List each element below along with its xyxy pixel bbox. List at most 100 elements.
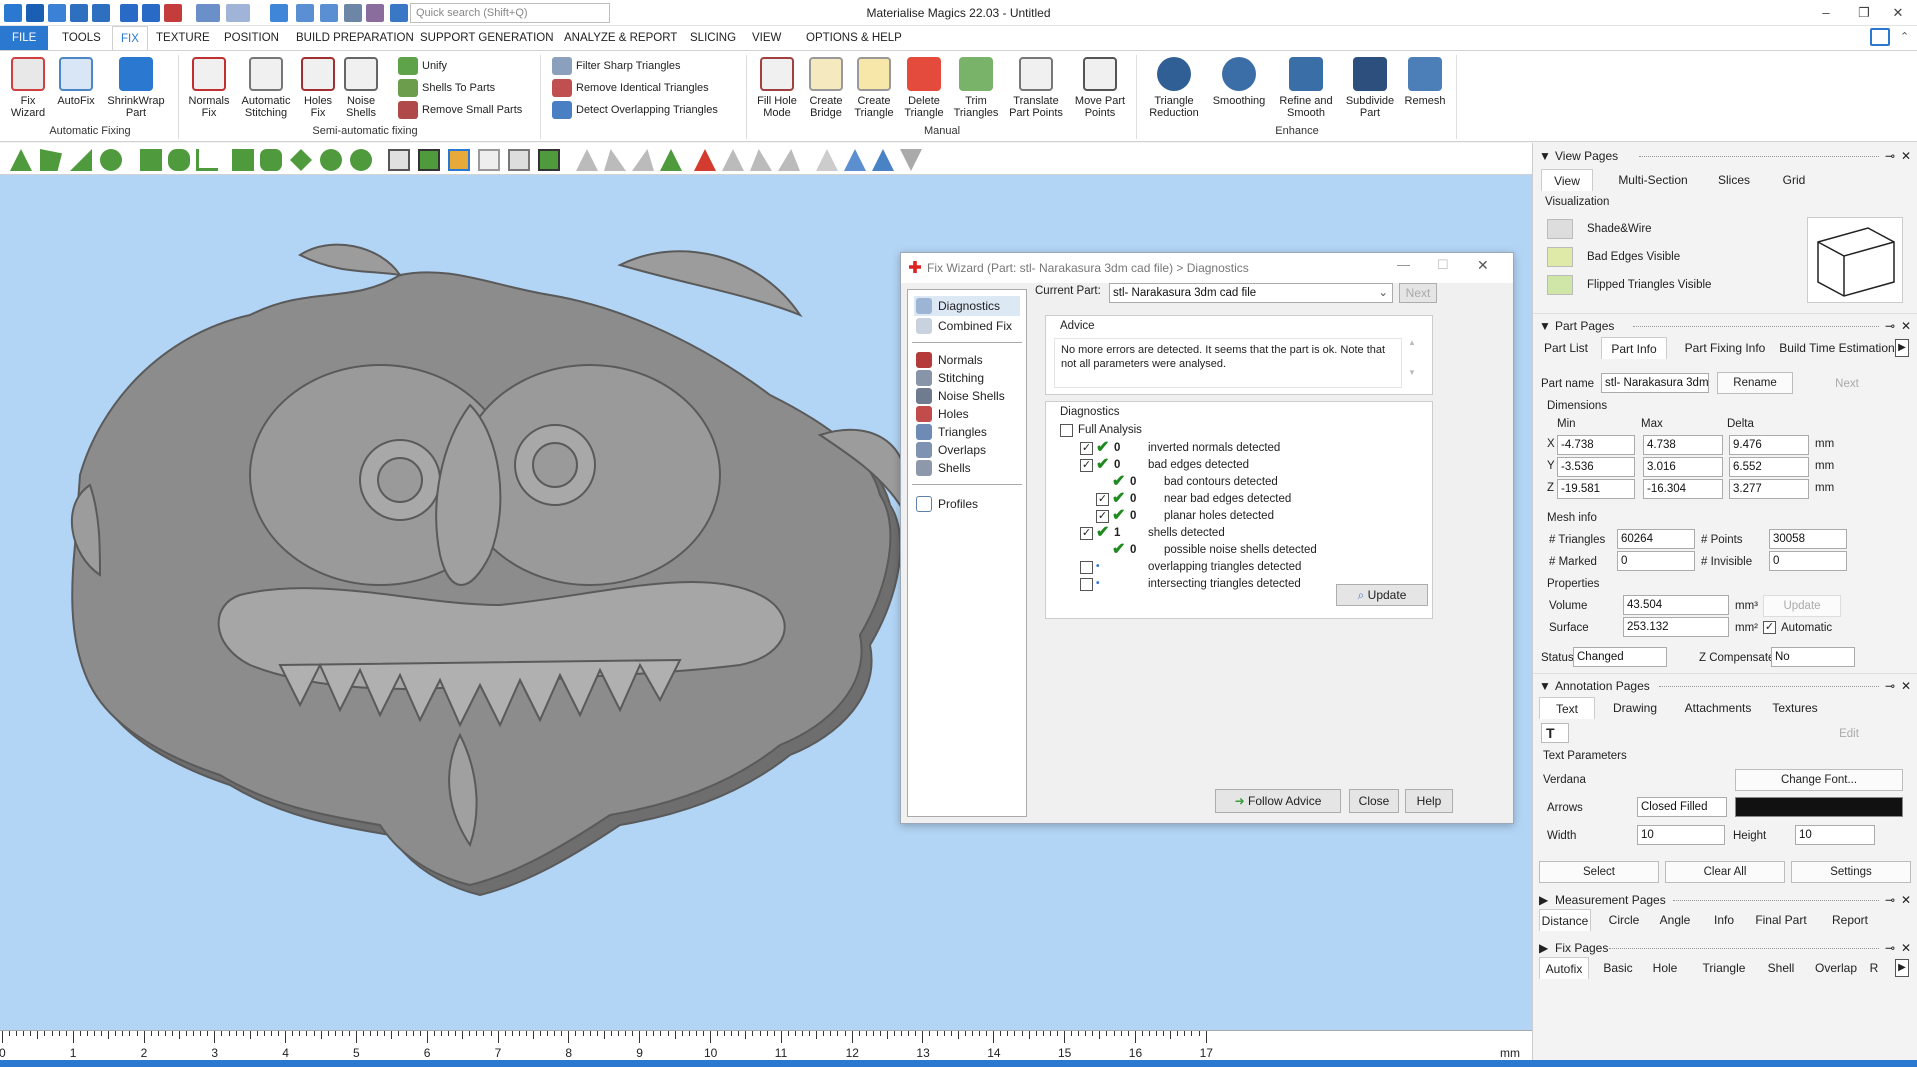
- contour-mark-icon[interactable]: [660, 149, 682, 171]
- curve-select-icon[interactable]: [196, 149, 218, 171]
- tab-attachments[interactable]: Attachments: [1681, 697, 1755, 719]
- tab-build-preparation[interactable]: BUILD PREPARATION: [288, 26, 422, 50]
- rectangle-select-icon[interactable]: [140, 149, 162, 171]
- diagnostic-checkbox[interactable]: [1080, 561, 1093, 574]
- refine-and-smooth-button[interactable]: Refine and Smooth: [1274, 57, 1338, 119]
- detect-overlapping-triangles-button[interactable]: Detect Overlapping Triangles: [552, 101, 718, 119]
- color-swatch[interactable]: [1735, 797, 1903, 817]
- noise-shells-button[interactable]: Noise Shells: [340, 57, 382, 119]
- nav-combined-fix[interactable]: Combined Fix: [914, 316, 1012, 336]
- fix-tabs-scroll-right-icon[interactable]: ▶: [1895, 959, 1909, 977]
- tab-file[interactable]: FILE: [0, 26, 49, 50]
- close-pane-icon[interactable]: ✕: [1901, 891, 1911, 909]
- automatic-stitching-button[interactable]: Automatic Stitching: [236, 57, 296, 119]
- view-pages-header[interactable]: ▼ View Pages ⊸ ✕: [1539, 147, 1911, 165]
- fix-pages-header[interactable]: ▶ Fix Pages ⊸ ✕: [1539, 939, 1911, 957]
- fix-wizard-button[interactable]: Fix Wizard: [8, 57, 48, 119]
- pin-icon[interactable]: ⊸: [1885, 317, 1895, 335]
- part-name-select[interactable]: stl- Narakasura 3dm cad: [1601, 373, 1709, 393]
- triangle-select-icon[interactable]: [10, 149, 32, 171]
- width-input[interactable]: 10: [1637, 825, 1725, 845]
- duplicate-triangle-icon[interactable]: [844, 149, 866, 171]
- pin-icon[interactable]: ⊸: [1885, 147, 1895, 165]
- expand-mark-icon[interactable]: [448, 149, 470, 171]
- project-icon[interactable]: [872, 149, 894, 171]
- tab-texture[interactable]: TEXTURE: [148, 26, 218, 50]
- minimize-icon[interactable]: –: [1806, 2, 1846, 24]
- delete-marked-icon[interactable]: [694, 149, 716, 171]
- tab-part-fixing-info[interactable]: Part Fixing Info: [1677, 337, 1773, 359]
- nav-shells[interactable]: Shells: [914, 458, 971, 478]
- tab-slices[interactable]: Slices: [1709, 169, 1759, 191]
- automatic-checkbox[interactable]: ✓: [1763, 621, 1776, 634]
- update-properties-button[interactable]: Update: [1763, 595, 1841, 617]
- edge-mark-icon[interactable]: [604, 149, 626, 171]
- tab-support-generation[interactable]: SUPPORT GENERATION: [412, 26, 562, 50]
- annotation-pages-header[interactable]: ▼ Annotation Pages ⊸ ✕: [1539, 677, 1911, 695]
- tab-part-list[interactable]: Part List: [1539, 337, 1593, 359]
- tab-part-info[interactable]: Part Info: [1601, 337, 1667, 359]
- nav-stitching[interactable]: Stitching: [914, 368, 984, 388]
- clear-all-button[interactable]: Clear All: [1665, 861, 1785, 883]
- arrows-select[interactable]: Closed Filled: [1637, 797, 1727, 817]
- shade-wire-icon[interactable]: [1547, 219, 1573, 239]
- tab-distance[interactable]: Distance: [1539, 909, 1591, 931]
- create-bridge-button[interactable]: Create Bridge: [804, 57, 848, 119]
- nav-triangles[interactable]: Triangles: [914, 422, 987, 442]
- view-cube[interactable]: [1807, 217, 1903, 303]
- tab-more[interactable]: R: [1869, 957, 1879, 979]
- trim-triangles-button[interactable]: Trim Triangles: [950, 57, 1002, 119]
- close-window-icon[interactable]: ✕: [1878, 2, 1917, 24]
- tab-tools[interactable]: TOOLS: [54, 26, 109, 50]
- text-tool-icon[interactable]: T: [1541, 723, 1569, 743]
- tab-options-help[interactable]: OPTIONS & HELP: [798, 26, 910, 50]
- lasso-select-icon[interactable]: [260, 149, 282, 171]
- tab-multi-section[interactable]: Multi-Section: [1611, 169, 1695, 191]
- subdivide-part-button[interactable]: Subdivide Part: [1342, 57, 1398, 119]
- plane-select-icon[interactable]: [70, 149, 92, 171]
- dialog-close-icon[interactable]: ✕: [1477, 257, 1489, 274]
- update-button[interactable]: ⌕ Update: [1336, 584, 1428, 606]
- bad-edges-icon[interactable]: [1547, 247, 1573, 267]
- shrink-mark-icon[interactable]: [478, 149, 500, 171]
- move-part-points-button[interactable]: Move Part Points: [1072, 57, 1128, 119]
- tab-textures[interactable]: Textures: [1765, 697, 1825, 719]
- remove-small-parts-button[interactable]: Remove Small Parts: [398, 101, 522, 119]
- height-input[interactable]: 10: [1795, 825, 1875, 845]
- nav-holes[interactable]: Holes: [914, 404, 969, 424]
- pin-icon[interactable]: ⊸: [1885, 677, 1895, 695]
- wheel-select-icon[interactable]: [320, 149, 342, 171]
- hide-marked-icon[interactable]: [722, 149, 744, 171]
- flipped-triangles-icon[interactable]: [1547, 275, 1573, 295]
- nav-normals[interactable]: Normals: [914, 350, 983, 370]
- tab-build-time-estimation[interactable]: Build Time Estimation: [1779, 337, 1895, 359]
- tab-triangle[interactable]: Triangle: [1697, 957, 1751, 979]
- tab-angle[interactable]: Angle: [1653, 909, 1697, 931]
- tab-grid[interactable]: Grid: [1773, 169, 1815, 191]
- polyline-select-icon[interactable]: [168, 149, 190, 171]
- tab-circle[interactable]: Circle: [1603, 909, 1645, 931]
- translate-part-points-button[interactable]: Translate Part Points: [1004, 57, 1068, 119]
- change-font-button[interactable]: Change Font...: [1735, 769, 1903, 791]
- pin-icon[interactable]: ⊸: [1885, 891, 1895, 909]
- pin-icon[interactable]: ⊸: [1885, 939, 1895, 957]
- dialog-maximize-icon[interactable]: ☐: [1437, 257, 1449, 273]
- settings-button[interactable]: Settings: [1791, 861, 1911, 883]
- close-pane-icon[interactable]: ✕: [1901, 939, 1911, 957]
- tab-overlap[interactable]: Overlap: [1811, 957, 1861, 979]
- part-pages-header[interactable]: ▼ Part Pages ⊸ ✕: [1539, 317, 1911, 335]
- tab-shell[interactable]: Shell: [1761, 957, 1801, 979]
- holes-fix-button[interactable]: Holes Fix: [298, 57, 338, 119]
- tab-analyze-report[interactable]: ANALYZE & REPORT: [556, 26, 685, 50]
- tab-report[interactable]: Report: [1825, 909, 1875, 931]
- shell-select-icon[interactable]: [100, 149, 122, 171]
- unify-button[interactable]: Unify: [398, 57, 447, 75]
- tabs-scroll-right-icon[interactable]: ▶: [1895, 339, 1909, 357]
- close-pane-icon[interactable]: ✕: [1901, 317, 1911, 335]
- close-pane-icon[interactable]: ✕: [1901, 147, 1911, 165]
- follow-advice-button[interactable]: ➜ Follow Advice: [1215, 789, 1341, 813]
- measurement-pages-header[interactable]: ▶ Measurement Pages ⊸ ✕: [1539, 891, 1911, 909]
- tab-slicing[interactable]: SLICING: [682, 26, 744, 50]
- tab-basic[interactable]: Basic: [1599, 957, 1637, 979]
- tab-position[interactable]: POSITION: [216, 26, 287, 50]
